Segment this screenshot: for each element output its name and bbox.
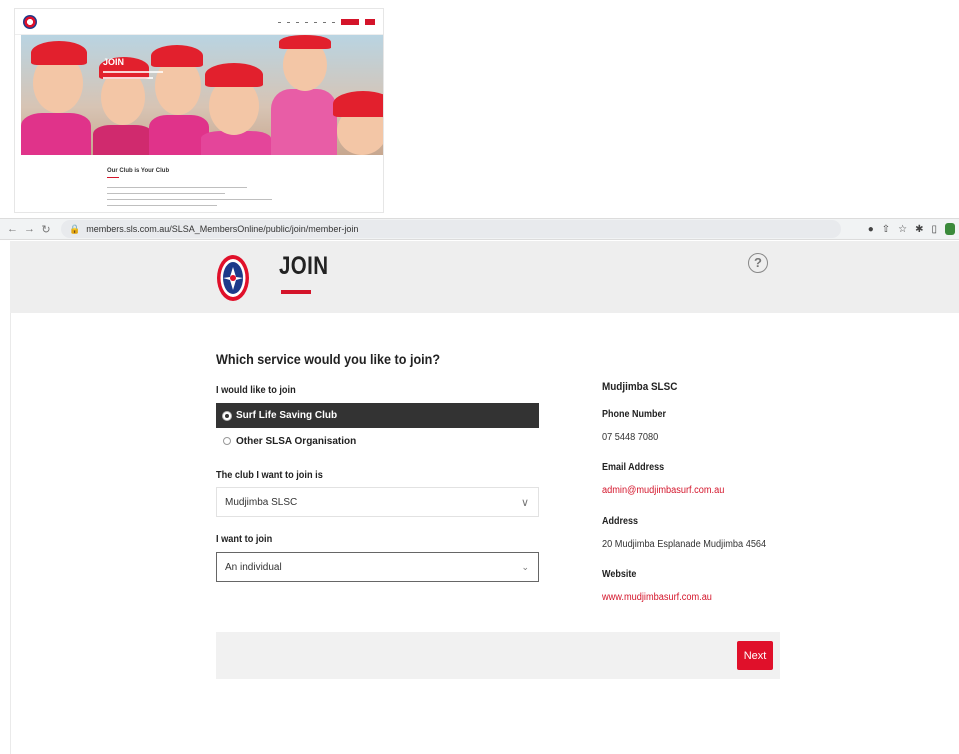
puzzle-icon[interactable]: ✱ — [915, 224, 923, 235]
thumbnail-heading-underline — [107, 177, 119, 178]
chevron-down-icon: ⌄ — [521, 561, 529, 572]
thumbnail-hero-image: JOIN — [21, 35, 383, 155]
phone-value: 07 5448 7080 — [602, 432, 659, 443]
membership-type-select[interactable]: An individual ⌄ — [216, 552, 539, 582]
content-left-border — [10, 313, 11, 754]
profile-extension-icon[interactable] — [945, 223, 955, 235]
membership-type-value: An individual — [225, 561, 282, 573]
club-select-label: The club I want to join is — [216, 470, 323, 481]
thumbnail-nav-button — [341, 18, 359, 25]
thumbnail-nav-links: ▬ ▬ ▬ ▬ ▬ ▬ ▬ — [278, 18, 375, 25]
radio-selected-icon — [223, 411, 231, 420]
surf-life-saving-logo-icon — [217, 255, 249, 301]
title-underline — [281, 290, 311, 294]
email-label: Email Address — [602, 462, 665, 473]
address-label: Address — [602, 516, 639, 527]
sidebar-icon[interactable]: ▯ — [931, 224, 937, 235]
browser-toolbar: ← → ↻ 🔒 members.sls.com.au/SLSA_MembersO… — [0, 218, 959, 240]
option-other-slsa-organisation[interactable]: Other SLSA Organisation — [216, 430, 539, 452]
service-question-heading: Which service would you like to join? — [216, 351, 441, 367]
lock-icon: 🔒 — [69, 223, 81, 234]
share-icon[interactable]: ⇧ — [882, 224, 890, 235]
phone-label: Phone Number — [602, 409, 667, 420]
browser-extension-icons: ● ⇧ ☆ ✱ ▯ — [868, 223, 959, 235]
chevron-down-icon: ∨ — [520, 496, 529, 509]
form-action-bar — [216, 632, 780, 679]
arrow-right-icon[interactable]: → — [24, 223, 35, 235]
thumbnail-hero-title: JOIN — [103, 57, 125, 67]
option-label: Surf Life Saving Club — [236, 410, 338, 421]
join-header: JOIN ? — [10, 241, 959, 313]
radio-empty-icon — [223, 437, 231, 445]
address-value: 20 Mudjimba Esplanade Mudjimba 4564 — [602, 539, 767, 550]
club-website-thumbnail: ▬ ▬ ▬ ▬ ▬ ▬ ▬ JOIN Our Club is Your Club — [14, 8, 384, 213]
option-surf-life-saving-club[interactable]: Surf Life Saving Club — [216, 403, 539, 428]
membership-type-label: I want to join — [216, 534, 273, 545]
arrow-left-icon[interactable]: ← — [7, 223, 18, 235]
club-select[interactable]: Mudjimba SLSC ∨ — [216, 487, 539, 517]
bookmark-star-icon[interactable]: ☆ — [898, 224, 907, 235]
thumbnail-logo-icon — [23, 14, 37, 29]
help-icon[interactable]: ? — [748, 253, 768, 273]
thumbnail-nav: ▬ ▬ ▬ ▬ ▬ ▬ ▬ — [15, 9, 383, 35]
email-link[interactable]: admin@mudjimbasurf.com.au — [602, 485, 724, 496]
club-name-heading: Mudjimba SLSC — [602, 381, 678, 393]
next-button[interactable]: Next — [737, 641, 773, 670]
url-text: members.sls.com.au/SLSA_MembersOnline/pu… — [86, 224, 359, 234]
website-label: Website — [602, 569, 637, 580]
option-label: Other SLSA Organisation — [236, 435, 357, 447]
page: ▬ ▬ ▬ ▬ ▬ ▬ ▬ JOIN Our Club is Your Club… — [0, 0, 959, 754]
reload-icon[interactable]: ↻ — [41, 223, 51, 236]
join-type-label: I would like to join — [216, 385, 296, 396]
thumbnail-nav-button-small — [365, 18, 375, 25]
page-title: JOIN — [279, 252, 329, 280]
club-select-value: Mudjimba SLSC — [225, 496, 298, 508]
thumbnail-section-heading: Our Club is Your Club — [107, 168, 170, 174]
address-bar[interactable]: 🔒 members.sls.com.au/SLSA_MembersOnline/… — [61, 220, 841, 238]
website-link[interactable]: www.mudjimbasurf.com.au — [602, 592, 712, 603]
extension-icon[interactable]: ● — [868, 224, 874, 235]
